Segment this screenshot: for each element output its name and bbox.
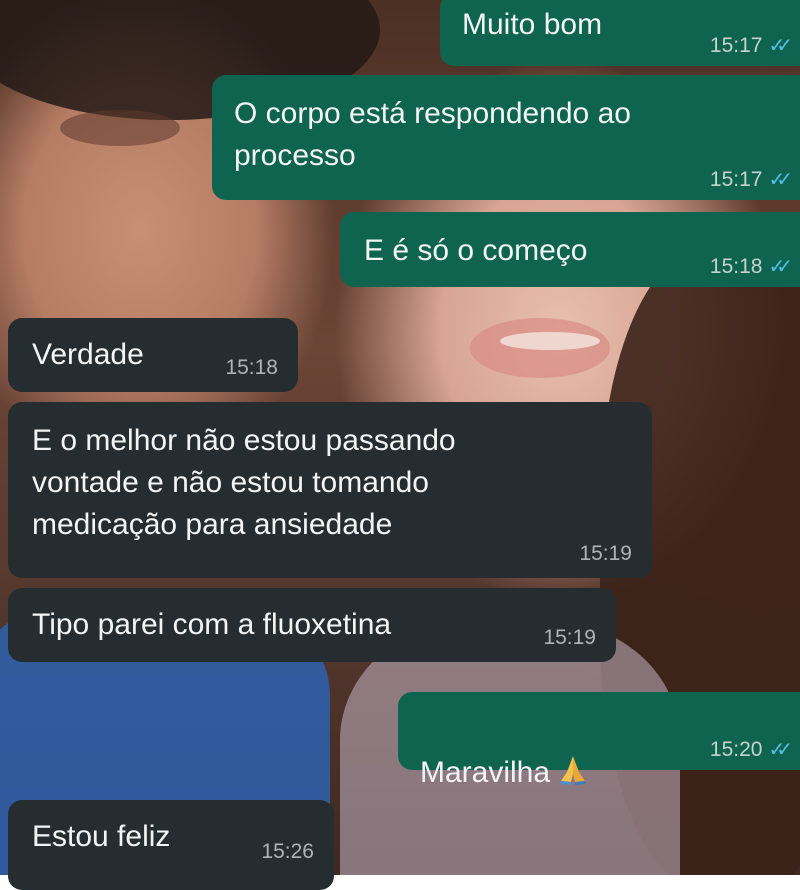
- message-text-content: Maravilha: [420, 756, 551, 789]
- message-meta: 15:19: [543, 626, 596, 650]
- message-bubble-outgoing[interactable]: Maravilha 15:20 ✓✓: [398, 692, 800, 789]
- message-meta: 15:17 ✓✓: [709, 168, 793, 192]
- message-list: Muito bom 15:17 ✓✓ O corpo está responde…: [0, 0, 800, 890]
- message-time: 15:19: [579, 542, 632, 565]
- message-time: 15:26: [261, 840, 314, 863]
- message-bubble-incoming[interactable]: E o melhor não estou passando vontade e …: [8, 402, 652, 578]
- message-bubble-incoming[interactable]: Estou feliz 15:26: [8, 800, 334, 890]
- message-meta: 15:19: [579, 542, 632, 566]
- message-bubble-incoming[interactable]: Tipo parei com a fluoxetina 15:19: [8, 588, 616, 662]
- folded-hands-icon: [560, 756, 587, 785]
- message-bubble-outgoing[interactable]: Muito bom 15:17 ✓✓: [440, 0, 800, 66]
- message-time: 15:20: [709, 738, 763, 761]
- message-time: 15:18: [709, 255, 763, 278]
- read-receipt-icon: ✓✓: [768, 256, 792, 278]
- message-bubble-incoming[interactable]: Verdade 15:18: [8, 318, 298, 392]
- message-bubble-outgoing[interactable]: E é só o começo 15:18 ✓✓: [340, 212, 800, 287]
- message-meta: 15:20 ✓✓: [709, 738, 793, 762]
- message-time: 15:18: [225, 356, 278, 379]
- message-meta: 15:17 ✓✓: [709, 34, 793, 58]
- message-meta: 15:18: [225, 356, 278, 380]
- read-receipt-icon: ✓✓: [768, 35, 792, 57]
- message-meta: 15:26: [261, 840, 314, 864]
- read-receipt-icon: ✓✓: [768, 739, 792, 761]
- message-text: O corpo está respondendo ao processo: [234, 97, 631, 172]
- message-time: 15:19: [543, 626, 596, 649]
- message-time: 15:17: [709, 168, 763, 191]
- read-receipt-icon: ✓✓: [768, 169, 792, 191]
- message-text: E o melhor não estou passando vontade e …: [32, 424, 456, 541]
- message-text: Tipo parei com a fluoxetina: [32, 608, 392, 641]
- message-meta: 15:18 ✓✓: [709, 255, 793, 279]
- message-time: 15:17: [709, 34, 763, 57]
- message-bubble-outgoing[interactable]: O corpo está respondendo ao processo 15:…: [212, 75, 800, 200]
